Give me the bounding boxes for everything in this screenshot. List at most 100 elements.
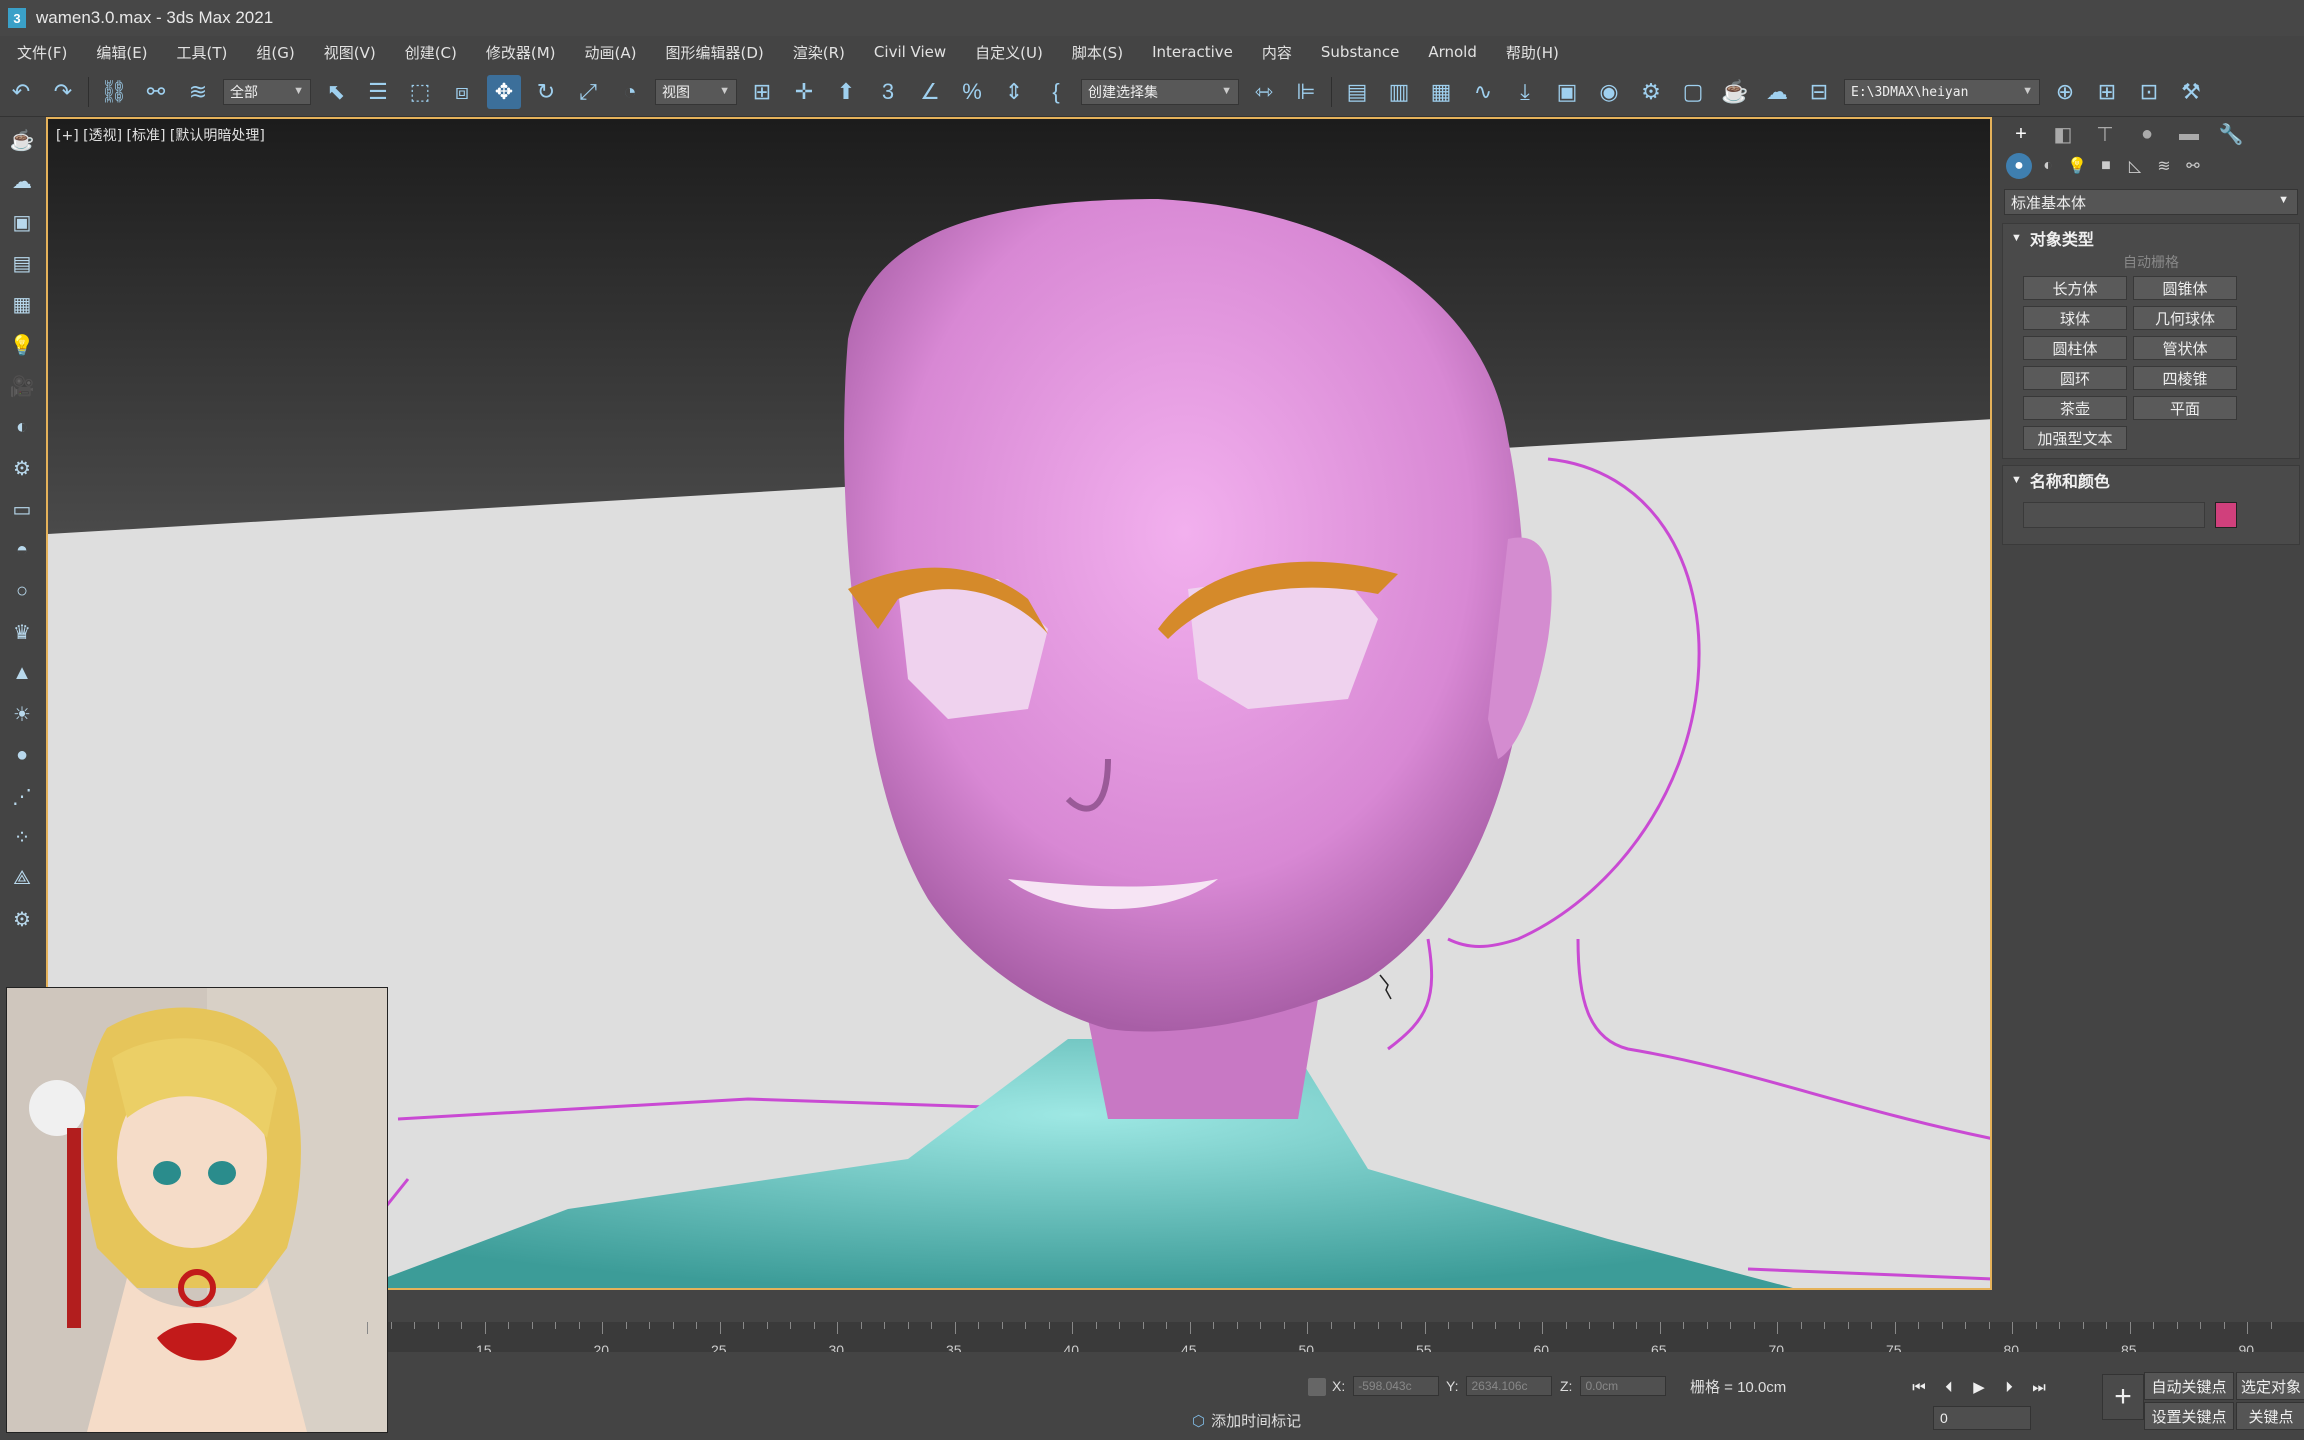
- scene-explorer-icon[interactable]: ▤: [1340, 75, 1374, 109]
- schematic-view-icon[interactable]: ▣: [1550, 75, 1584, 109]
- primitive-button-2[interactable]: 球体: [2023, 306, 2127, 330]
- bones-icon[interactable]: ⟁: [4, 860, 40, 896]
- menu-item-4[interactable]: 视图(V): [307, 42, 388, 63]
- primitive-button-4[interactable]: 圆柱体: [2023, 336, 2127, 360]
- auto-key-button[interactable]: 自动关键点: [2144, 1372, 2234, 1400]
- motion-tab-icon[interactable]: ●: [2132, 120, 2162, 148]
- primitive-button-8[interactable]: 茶壶: [2023, 396, 2127, 420]
- sun-icon[interactable]: ☀: [4, 696, 40, 732]
- material-editor-icon[interactable]: ◉: [1592, 75, 1626, 109]
- utilities-tab-icon[interactable]: 🔧: [2216, 120, 2246, 148]
- project-create-icon[interactable]: ⊞: [2090, 75, 2124, 109]
- primitive-button-10[interactable]: 加强型文本: [2023, 426, 2127, 450]
- align-icon[interactable]: ⊫: [1289, 75, 1323, 109]
- primitive-button-9[interactable]: 平面: [2133, 396, 2237, 420]
- x-field[interactable]: -598.043c: [1353, 1376, 1440, 1396]
- crown-icon[interactable]: ♛: [4, 614, 40, 650]
- add-time-tag[interactable]: ⬡ 添加时间标记: [1192, 1410, 1301, 1431]
- curve-editor-icon[interactable]: ∿: [1466, 75, 1500, 109]
- plane-icon[interactable]: ▭: [4, 491, 40, 527]
- primitive-button-6[interactable]: 圆环: [2023, 366, 2127, 390]
- percent-snap-icon[interactable]: %: [955, 75, 989, 109]
- hierarchy-tab-icon[interactable]: ⊤: [2090, 120, 2120, 148]
- unlink-icon[interactable]: ⚯: [139, 75, 173, 109]
- select-by-name-icon[interactable]: ☰: [361, 75, 395, 109]
- geometry-icon[interactable]: ●: [2006, 153, 2032, 179]
- menu-item-14[interactable]: 内容: [1245, 42, 1304, 63]
- absolute-mode-icon[interactable]: [1308, 1378, 1326, 1396]
- key-filters-button[interactable]: 关键点: [2236, 1402, 2304, 1430]
- edit-named-selection-icon[interactable]: {: [1039, 75, 1073, 109]
- menu-item-0[interactable]: 文件(F): [0, 42, 79, 63]
- create-tab-icon[interactable]: +: [2006, 120, 2036, 148]
- shapes-icon[interactable]: ◐: [2035, 153, 2061, 179]
- reference-coordinate-dropdown[interactable]: 视图 ▼: [655, 79, 737, 105]
- primitive-button-3[interactable]: 几何球体: [2133, 306, 2237, 330]
- primitive-button-7[interactable]: 四棱锥: [2133, 366, 2237, 390]
- list-icon[interactable]: ▤: [4, 245, 40, 281]
- sphere-icon[interactable]: ○: [4, 573, 40, 609]
- ribbon-toggle-icon[interactable]: ▦: [1424, 75, 1458, 109]
- particles-icon[interactable]: ⁘: [4, 819, 40, 855]
- rectangular-selection-icon[interactable]: ⬚: [403, 75, 437, 109]
- name-color-header[interactable]: ▼ 名称和颜色: [2003, 466, 2299, 494]
- menu-item-1[interactable]: 编辑(E): [79, 42, 159, 63]
- object-color-swatch[interactable]: [2215, 502, 2237, 528]
- project-settings-icon[interactable]: ⚒: [2174, 75, 2208, 109]
- keyboard-shortcut-toggle-icon[interactable]: ⬆: [829, 75, 863, 109]
- primitive-button-0[interactable]: 长方体: [2023, 276, 2127, 300]
- spinner-snap-icon[interactable]: ⇕: [997, 75, 1031, 109]
- menu-item-16[interactable]: Arnold: [1411, 43, 1489, 61]
- menu-item-12[interactable]: 脚本(S): [1055, 42, 1135, 63]
- ball-icon[interactable]: ●: [4, 737, 40, 773]
- redo-icon[interactable]: ↷: [46, 75, 80, 109]
- menu-item-10[interactable]: Civil View: [857, 43, 958, 61]
- select-manipulate-icon[interactable]: ✛: [787, 75, 821, 109]
- viewport-label[interactable]: [+] [透视] [标准] [默认明暗处理]: [56, 125, 265, 145]
- helpers-icon[interactable]: ◺: [2122, 153, 2148, 179]
- set-key-button[interactable]: 设置关键点: [2144, 1402, 2234, 1430]
- play-icon[interactable]: ▶: [1964, 1376, 1994, 1398]
- sphere-half-icon[interactable]: ◐: [4, 409, 40, 445]
- gear-icon[interactable]: ⚙: [4, 901, 40, 937]
- project-open-icon[interactable]: ⊡: [2132, 75, 2166, 109]
- systems-icon[interactable]: ⚯: [2180, 153, 2206, 179]
- bind-space-warp-icon[interactable]: ≋: [181, 75, 215, 109]
- primitive-button-1[interactable]: 圆锥体: [2133, 276, 2237, 300]
- pivot-center-icon[interactable]: ⊞: [745, 75, 779, 109]
- grid-icon[interactable]: ▦: [4, 286, 40, 322]
- window-crossing-icon[interactable]: ⧈: [445, 75, 479, 109]
- menu-item-15[interactable]: Substance: [1304, 43, 1411, 61]
- render-cloud-icon[interactable]: ⊟: [1802, 75, 1836, 109]
- select-rotate-icon[interactable]: ↻: [529, 75, 563, 109]
- picture-icon[interactable]: ▣: [4, 204, 40, 240]
- menu-item-13[interactable]: Interactive: [1135, 43, 1245, 61]
- menu-item-6[interactable]: 修改器(M): [469, 42, 568, 63]
- y-field[interactable]: 2634.106c: [1466, 1376, 1553, 1396]
- menu-item-8[interactable]: 图形编辑器(D): [649, 42, 776, 63]
- layer-explorer-icon[interactable]: ▥: [1382, 75, 1416, 109]
- render-icon[interactable]: ⚙: [4, 450, 40, 486]
- set-key-icon[interactable]: +: [2102, 1374, 2144, 1420]
- cameras-icon[interactable]: ■: [2093, 153, 2119, 179]
- snaps-toggle-icon[interactable]: 3: [871, 75, 905, 109]
- selected-object-dropdown[interactable]: 选定对象: [2236, 1372, 2304, 1400]
- object-name-input[interactable]: [2023, 502, 2205, 528]
- time-slider-track[interactable]: 15 20 25 30 35 40 45 50 55 60 65 70 75 80 85 90: [367, 1322, 2304, 1358]
- menu-item-17[interactable]: 帮助(H): [1489, 42, 1571, 63]
- modify-tab-icon[interactable]: ◧: [2048, 120, 2078, 148]
- menu-item-2[interactable]: 工具(T): [160, 42, 240, 63]
- mirror-icon[interactable]: ⇿: [1247, 75, 1281, 109]
- dome-icon[interactable]: ◓: [4, 532, 40, 568]
- autogrid-checkbox[interactable]: 自动栅格: [2003, 252, 2299, 272]
- undo-icon[interactable]: ↶: [4, 75, 38, 109]
- display-tab-icon[interactable]: ▬: [2174, 120, 2204, 148]
- dope-sheet-icon[interactable]: ⤓: [1508, 75, 1542, 109]
- rendered-frame-window-icon[interactable]: ▢: [1676, 75, 1710, 109]
- menu-item-9[interactable]: 渲染(R): [776, 42, 857, 63]
- space-warps-icon[interactable]: ≋: [2151, 153, 2177, 179]
- cloud-icon[interactable]: ☁: [4, 163, 40, 199]
- render-production-icon[interactable]: ☕: [1718, 75, 1752, 109]
- camera-icon[interactable]: 🎥: [4, 368, 40, 404]
- go-to-start-icon[interactable]: ⏮: [1904, 1376, 1934, 1398]
